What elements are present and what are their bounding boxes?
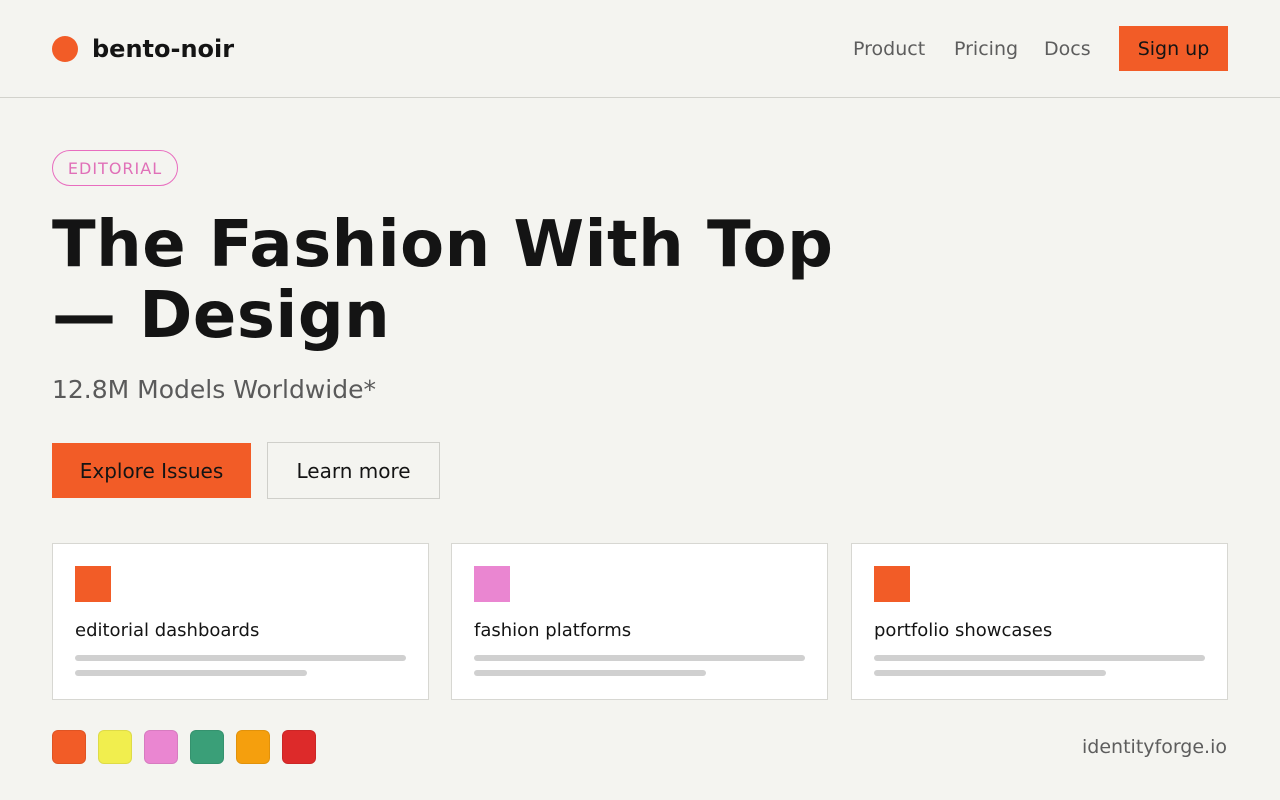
- placeholder-line: [75, 655, 406, 661]
- learn-more-button[interactable]: Learn more: [267, 442, 440, 499]
- palette-swatch-red[interactable]: [282, 730, 316, 764]
- nav-docs[interactable]: Docs: [1044, 37, 1091, 61]
- card-label: editorial dashboards: [75, 620, 260, 641]
- card-color-swatch: [75, 566, 111, 602]
- placeholder-line: [874, 655, 1205, 661]
- brand[interactable]: bento-noir: [52, 36, 234, 62]
- brand-name: bento-noir: [92, 35, 235, 63]
- hero-subtitle: 12.8M Models Worldwide*: [52, 375, 376, 404]
- card-label: fashion platforms: [474, 620, 632, 641]
- nav-product[interactable]: Product: [853, 37, 925, 61]
- editorial-tag: EDITORIAL: [52, 150, 178, 186]
- palette-swatch-yellow[interactable]: [98, 730, 132, 764]
- card-fashion-platforms[interactable]: fashion platforms: [451, 543, 828, 700]
- brand-logo-dot: [52, 36, 78, 62]
- placeholder-line: [75, 670, 307, 676]
- palette-swatch-amber[interactable]: [236, 730, 270, 764]
- nav-pricing[interactable]: Pricing: [954, 37, 1018, 61]
- site-header: bento-noir Product Pricing Docs Sign up: [0, 0, 1280, 98]
- card-portfolio-showcases[interactable]: portfolio showcases: [851, 543, 1228, 700]
- color-palette: [52, 730, 328, 764]
- palette-swatch-orange[interactable]: [52, 730, 86, 764]
- sign-up-button[interactable]: Sign up: [1119, 26, 1228, 71]
- footer-domain[interactable]: identityforge.io: [1082, 735, 1227, 759]
- card-editorial-dashboards[interactable]: editorial dashboards: [52, 543, 429, 700]
- card-label: portfolio showcases: [874, 620, 1053, 641]
- placeholder-line: [874, 670, 1106, 676]
- palette-swatch-green[interactable]: [190, 730, 224, 764]
- card-color-swatch: [874, 566, 910, 602]
- placeholder-line: [474, 670, 706, 676]
- explore-issues-button[interactable]: Explore Issues: [52, 443, 251, 498]
- hero-title: The Fashion With Top — Design: [52, 208, 834, 353]
- card-color-swatch: [474, 566, 510, 602]
- placeholder-line: [474, 655, 805, 661]
- palette-swatch-pink[interactable]: [144, 730, 178, 764]
